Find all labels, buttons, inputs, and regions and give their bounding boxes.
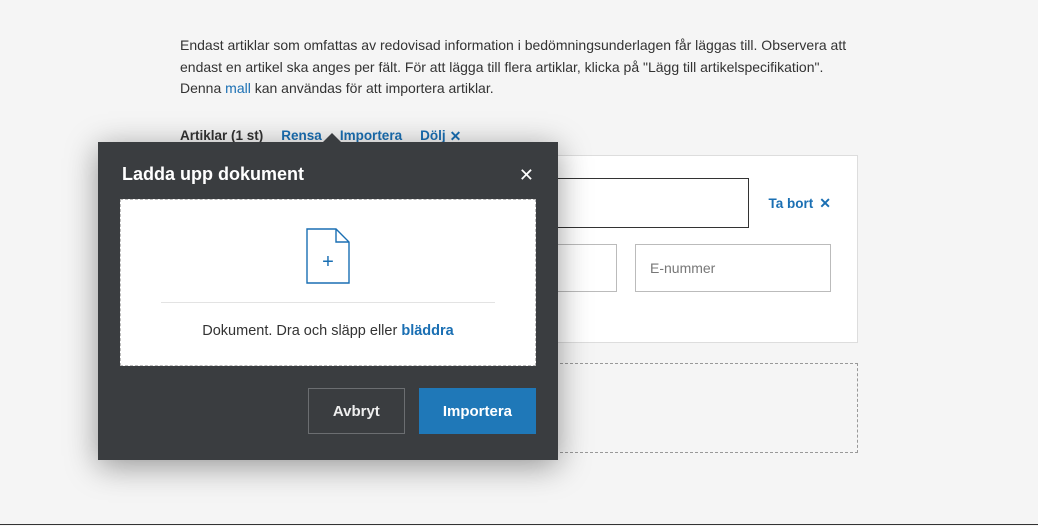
intro-text-after: kan användas för att importera artiklar. xyxy=(251,80,494,96)
modal-close-button[interactable]: ✕ xyxy=(519,166,534,184)
cancel-button[interactable]: Avbryt xyxy=(308,388,405,434)
upload-modal: Ladda upp dokument ✕ + Dokument. Dra och… xyxy=(98,142,558,460)
browse-link[interactable]: bläddra xyxy=(401,323,453,339)
remove-button-label: Ta bort xyxy=(769,196,814,211)
template-link[interactable]: mall xyxy=(225,80,251,96)
close-icon: ✕ xyxy=(450,129,462,143)
file-icon: + xyxy=(306,228,350,284)
bottom-border xyxy=(0,524,1038,525)
article-count: Artiklar (1 st) xyxy=(180,128,263,143)
hide-link[interactable]: Dölj ✕ xyxy=(420,128,461,143)
dropzone-text: Dokument. Dra och släpp eller bläddra xyxy=(131,323,525,339)
enummer-placeholder: E-nummer xyxy=(650,260,715,276)
dropzone[interactable]: + Dokument. Dra och släpp eller bläddra xyxy=(120,199,536,366)
modal-title: Ladda upp dokument xyxy=(122,164,304,185)
close-icon: ✕ xyxy=(819,196,831,210)
clear-link[interactable]: Rensa xyxy=(281,128,322,143)
remove-button[interactable]: Ta bort ✕ xyxy=(769,196,831,211)
import-button[interactable]: Importera xyxy=(419,388,536,434)
file-plus-icon: + xyxy=(322,251,334,273)
article-toolbar: Artiklar (1 st) Rensa Importera Dölj ✕ xyxy=(180,128,858,143)
intro-text: Endast artiklar som omfattas av redovisa… xyxy=(180,35,858,100)
dropzone-text-prefix: Dokument. Dra och släpp eller xyxy=(202,323,401,339)
enummer-field[interactable]: E-nummer xyxy=(635,244,831,292)
import-link[interactable]: Importera xyxy=(340,128,402,143)
hide-link-label: Dölj xyxy=(420,128,446,143)
